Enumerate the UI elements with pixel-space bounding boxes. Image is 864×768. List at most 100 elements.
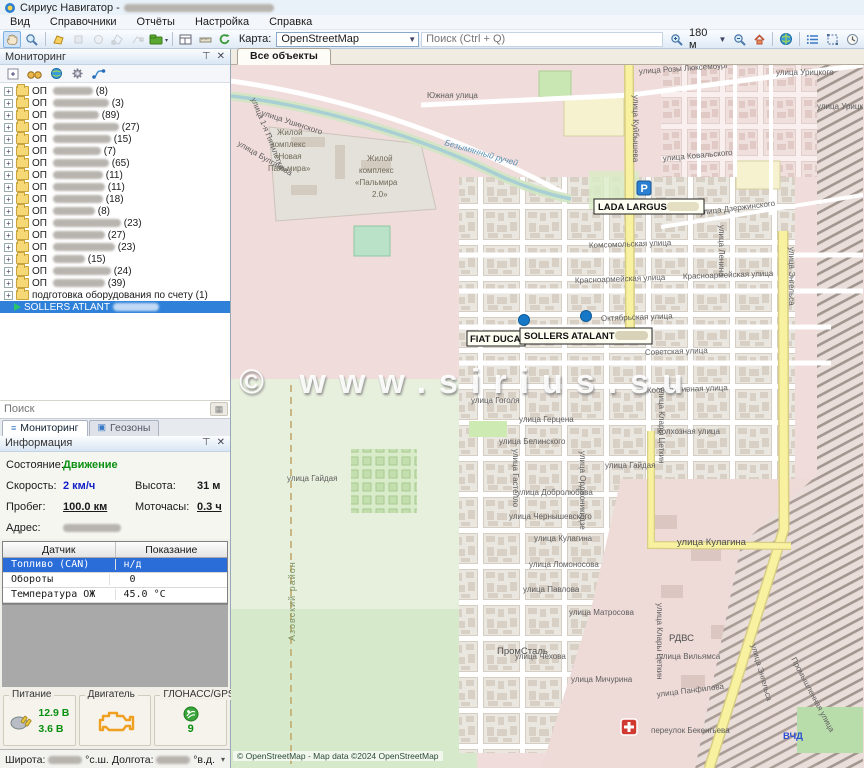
expand-icon[interactable]: + — [4, 231, 13, 240]
binoculars-icon[interactable] — [27, 68, 42, 80]
tree-item[interactable]: +ОП (3) — [0, 97, 230, 109]
tree-item-selected[interactable]: SOLLERS ATLANT — [0, 301, 230, 313]
menu-view[interactable]: Вид — [0, 16, 40, 28]
ruler-button[interactable] — [196, 31, 214, 48]
expand-icon[interactable]: + — [4, 159, 13, 168]
route-icon[interactable] — [92, 68, 106, 80]
globe-button[interactable] — [777, 31, 795, 48]
expand-icon[interactable]: + — [4, 111, 13, 120]
tree-item[interactable]: +ОП (27) — [0, 121, 230, 133]
tree-item-prep[interactable]: + подготовка оборудования по счету (1) — [0, 289, 230, 301]
expand-icon[interactable]: + — [4, 123, 13, 132]
edit-geozone-button[interactable] — [50, 31, 68, 48]
tree-item[interactable]: +ОП (18) — [0, 193, 230, 205]
tree-item[interactable]: +ОП (65) — [0, 157, 230, 169]
tree-item[interactable]: +ОП (89) — [0, 109, 230, 121]
tree-item[interactable]: +ОП (23) — [0, 217, 230, 229]
zoom-in-button[interactable] — [667, 31, 685, 48]
polyline-button[interactable] — [129, 31, 147, 48]
expand-icon[interactable]: + — [4, 243, 13, 252]
hours-value[interactable]: 0.3 ч — [197, 501, 224, 513]
expand-icon[interactable]: + — [4, 267, 13, 276]
folder-icon — [16, 266, 29, 276]
zoom-tool-button[interactable] — [23, 31, 41, 48]
menu-reports[interactable]: Отчёты — [127, 16, 185, 28]
menu-directories[interactable]: Справочники — [40, 16, 127, 28]
map-label: улица Куйбышева — [631, 95, 640, 163]
folder-icon — [16, 182, 29, 192]
menu-help[interactable]: Справка — [259, 16, 322, 28]
expand-icon[interactable]: + — [4, 171, 13, 180]
refresh-button[interactable] — [216, 31, 234, 48]
tree-item[interactable]: +ОП (11) — [0, 169, 230, 181]
vehicle-label-sollers[interactable]: SOLLERS ATALANT — [520, 328, 652, 344]
tree-search-input[interactable] — [2, 402, 210, 416]
close-icon[interactable]: ✕ — [217, 52, 225, 62]
map-label: улица Клары Цеткин — [657, 387, 666, 464]
table-view-button[interactable] — [176, 31, 194, 48]
tree-item[interactable]: +ОП (27) — [0, 229, 230, 241]
close-icon[interactable]: ✕ — [217, 438, 225, 448]
tab-monitoring[interactable]: ≡ Мониторинг — [2, 420, 88, 436]
vehicle-label-fiat[interactable]: FIAT DUCAT — [467, 331, 526, 346]
polygon-button[interactable] — [109, 31, 127, 48]
home-view-button[interactable] — [750, 31, 768, 48]
vehicle-marker-sollers[interactable] — [519, 315, 530, 326]
map-canvas[interactable]: улица Розы ЛюксембургЮжная улицаулица Ур… — [231, 65, 864, 768]
add-node-button[interactable] — [69, 31, 87, 48]
global-search-input[interactable] — [421, 32, 663, 47]
expand-icon[interactable]: + — [4, 147, 13, 156]
tree-item[interactable]: +ОП (15) — [0, 253, 230, 265]
main-toolbar: Карта: OpenStreetMap ▼ 180 м ▼ — [0, 30, 864, 49]
mileage-value[interactable]: 100.0 км — [63, 501, 135, 513]
expand-icon[interactable]: + — [4, 87, 13, 96]
sensor-row[interactable]: Температура ОЖ 45.0 °С — [3, 588, 227, 603]
vehicle-marker-second[interactable] — [581, 311, 592, 322]
expand-icon[interactable]: + — [4, 219, 13, 228]
sensor-name: Топливо (CAN) — [3, 559, 116, 570]
pin-icon[interactable]: ⊤ — [202, 438, 211, 448]
map-label: улица Вильямса — [659, 652, 721, 661]
search-options-icon[interactable]: ▦ — [210, 402, 228, 416]
folder-icon — [16, 134, 29, 144]
add-circle-button[interactable] — [89, 31, 107, 48]
tree-item[interactable]: +ОП (15) — [0, 133, 230, 145]
expand-icon[interactable]: + — [4, 135, 13, 144]
globe-icon[interactable] — [50, 67, 63, 80]
expand-icon[interactable]: + — [4, 195, 13, 204]
tree-item[interactable]: +ОП (7) — [0, 145, 230, 157]
tab-geozones[interactable]: ▣ Геозоны — [89, 420, 160, 436]
tree-item[interactable]: +ОП (8) — [0, 85, 230, 97]
tree-item-label: ОП (39) — [32, 278, 126, 289]
expand-icon[interactable]: + — [4, 279, 13, 288]
zoom-out-button[interactable] — [730, 31, 748, 48]
chevron-down-icon[interactable]: ▾ — [221, 755, 225, 764]
pan-tool-button[interactable] — [3, 31, 21, 48]
tree-item[interactable]: +ОП (11) — [0, 181, 230, 193]
expand-icon[interactable]: + — [4, 183, 13, 192]
tree-item[interactable]: +ОП (24) — [0, 265, 230, 277]
object-list-button[interactable] — [804, 31, 822, 48]
menu-settings[interactable]: Настройка — [185, 16, 259, 28]
expand-icon[interactable]: + — [4, 99, 13, 108]
settings-gear-icon[interactable] — [71, 67, 84, 80]
expand-icon[interactable]: + — [4, 207, 13, 216]
map-provider-select[interactable]: OpenStreetMap ▼ — [276, 32, 419, 47]
sensor-row[interactable]: Обороты 0 — [3, 573, 227, 588]
expand-all-icon[interactable] — [7, 68, 19, 80]
tree-item[interactable]: +ОП (8) — [0, 205, 230, 217]
tree-item[interactable]: + ОП (39) — [0, 277, 230, 289]
expand-icon[interactable]: + — [4, 255, 13, 264]
vehicle-label-lada[interactable]: LADA LARGUS — [594, 199, 704, 214]
map-tab-all-objects[interactable]: Все объекты — [237, 48, 331, 65]
pin-icon[interactable]: ⊤ — [202, 52, 211, 62]
tree-item[interactable]: +ОП (23) — [0, 241, 230, 253]
expand-icon[interactable]: + — [4, 291, 13, 300]
layers-button[interactable] — [149, 31, 168, 48]
select-area-button[interactable] — [823, 31, 841, 48]
power-voltage-backup: 3.6 В — [38, 723, 69, 735]
longitude-units: °в.д. — [193, 754, 215, 766]
history-clock-button[interactable] — [843, 31, 861, 48]
map-scale-select[interactable]: 180 м ▼ — [687, 27, 728, 51]
sensor-row[interactable]: Топливо (CAN) н/д — [3, 558, 227, 573]
